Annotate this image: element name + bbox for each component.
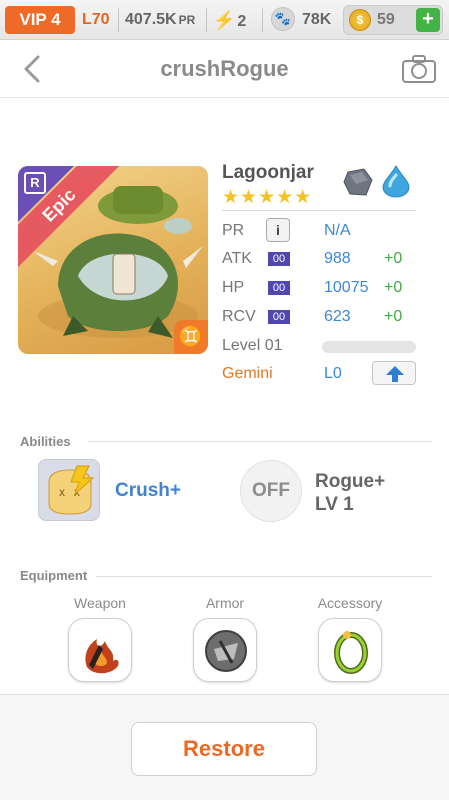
info-icon[interactable]: i — [266, 218, 290, 242]
gemini-icon: ♊ — [174, 320, 208, 354]
level-progress-bar — [322, 341, 416, 353]
power-unit: PR — [178, 13, 196, 27]
stat-row-atk: ATK 00 988 +0 — [222, 246, 422, 274]
stat-label: PR — [222, 222, 245, 239]
divider — [206, 8, 207, 32]
energy-display[interactable]: ⚡ 2 — [213, 6, 246, 34]
divider — [262, 8, 263, 32]
stat-badge: 00 — [268, 252, 290, 266]
level-row: Level 01 — [222, 333, 422, 361]
add-coins-button[interactable]: + — [416, 8, 440, 32]
stat-row-hp: HP 00 10075 +0 — [222, 275, 422, 303]
divider — [222, 210, 416, 211]
rank-badge: R — [24, 172, 46, 194]
sign-row: Gemini L0 — [222, 361, 422, 389]
sign-label: Gemini — [222, 365, 273, 382]
stat-value: N/A — [324, 222, 351, 239]
stat-label: ATK — [222, 250, 252, 267]
star-rating: ★★★★★ — [222, 187, 313, 208]
stat-bonus: +0 — [384, 279, 403, 296]
accessory-label: Accessory — [317, 595, 383, 611]
svg-text:x: x — [59, 485, 65, 499]
stat-badge: 00 — [268, 281, 290, 295]
equipment-heading: Equipment — [20, 568, 88, 583]
header: crushRogue — [0, 40, 449, 98]
stat-value: 10075 — [324, 279, 369, 296]
armor-label: Armor — [205, 595, 245, 611]
energy-value: 2 — [237, 13, 247, 30]
power-value: 407.5K — [125, 11, 177, 28]
coin-value: 59 — [377, 11, 395, 28]
accessory-slot[interactable] — [318, 618, 382, 682]
coin-display[interactable]: $ 59 + — [343, 5, 443, 35]
level-label: Level 01 — [222, 337, 283, 354]
stat-badge: 00 — [268, 310, 290, 324]
sign-level: L0 — [324, 365, 342, 382]
monster-name: Lagoonjar — [222, 162, 314, 183]
monster-portrait[interactable]: R Epic ♊ — [18, 166, 208, 354]
paw-icon: 🐾 — [271, 7, 295, 31]
armor-icon — [205, 630, 247, 672]
upgrade-button[interactable] — [372, 361, 416, 385]
rock-element-icon — [343, 168, 373, 196]
stat-bonus: +0 — [384, 308, 403, 325]
ability-level: LV 1 — [315, 494, 354, 515]
paw-value: 78K — [302, 11, 332, 28]
water-element-icon — [382, 165, 410, 198]
ability-name: Rogue+ — [315, 471, 386, 492]
status-bar: VIP 4 L70 407.5K PR ⚡ 2 🐾 78K $ 59 + — [0, 0, 449, 40]
camera-icon[interactable] — [401, 54, 437, 84]
stat-row-rcv: RCV 00 623 +0 — [222, 304, 422, 332]
divider — [88, 441, 432, 442]
armor-slot[interactable] — [193, 618, 257, 682]
divider — [118, 8, 119, 32]
player-level: L70 — [82, 11, 110, 28]
coin-icon: $ — [349, 9, 371, 31]
arrow-up-icon — [386, 366, 404, 382]
restore-button[interactable]: Restore — [131, 722, 317, 776]
ability-toggle[interactable]: OFF — [240, 460, 302, 522]
stat-bonus: +0 — [384, 250, 403, 267]
crush-icon: x x — [48, 465, 95, 515]
vip-badge[interactable]: VIP 4 — [5, 6, 75, 34]
stat-row-pr: PR i N/A — [222, 218, 422, 246]
divider — [96, 576, 432, 577]
stat-label: HP — [222, 279, 245, 296]
ability-crush-icon[interactable]: x x — [38, 459, 100, 521]
weapon-slot[interactable] — [68, 618, 132, 682]
power-rating: 407.5K PR — [125, 6, 195, 34]
page-title: crushRogue — [160, 56, 289, 81]
stat-value: 988 — [324, 250, 351, 267]
stat-value: 623 — [324, 308, 351, 325]
lightning-icon: ⚡ — [213, 10, 236, 30]
abilities-heading: Abilities — [20, 434, 71, 449]
stat-label: RCV — [222, 308, 256, 325]
accessory-icon — [334, 631, 368, 674]
weapon-icon — [85, 639, 119, 674]
ability-name[interactable]: Crush+ — [115, 480, 181, 502]
weapon-label: Weapon — [74, 595, 126, 611]
